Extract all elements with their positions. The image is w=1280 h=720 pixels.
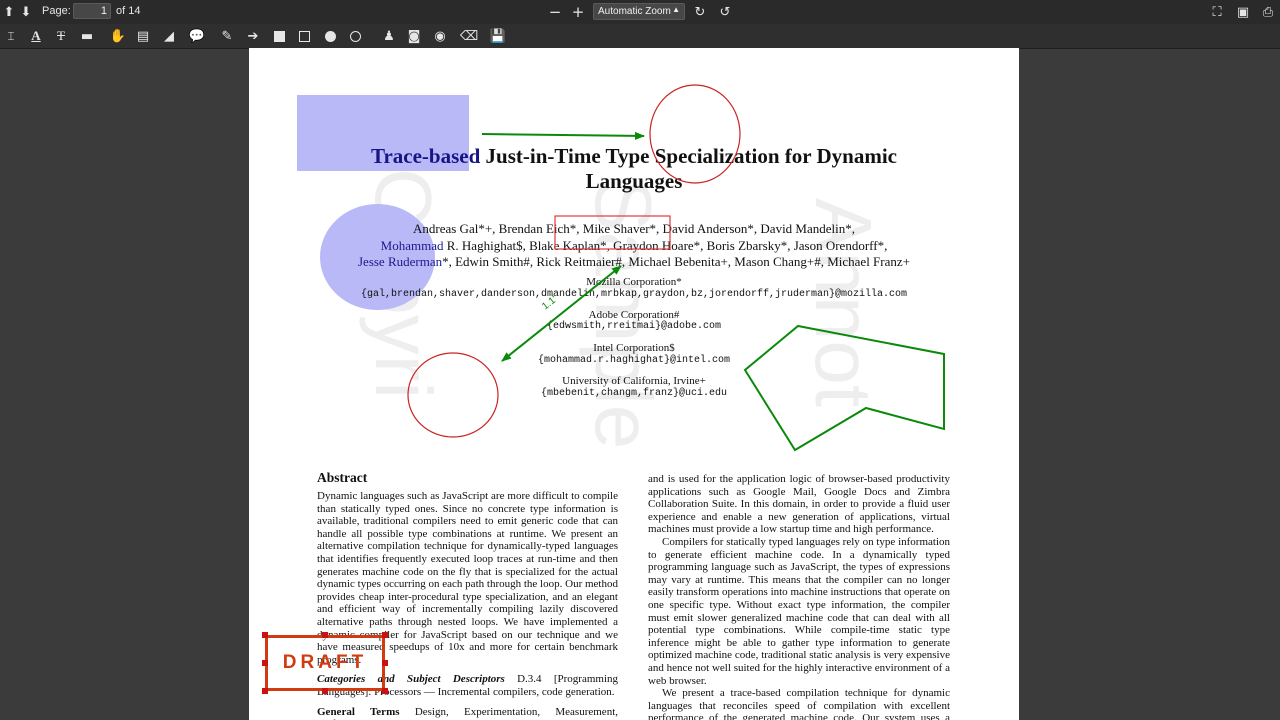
filled-circle-icon[interactable] xyxy=(321,27,339,45)
fullscreen-icon[interactable]: ⛶ xyxy=(1208,3,1226,21)
pen-icon[interactable]: ✎ xyxy=(218,27,236,45)
draft-stamp-text: DRAFT xyxy=(282,652,368,673)
resize-handle[interactable] xyxy=(262,632,268,638)
draft-stamp[interactable]: DRAFT xyxy=(265,635,385,691)
camera-icon[interactable]: ◙ xyxy=(405,27,423,45)
rotate-counterclockwise-icon[interactable]: ↺ xyxy=(716,3,734,21)
save-icon[interactable]: 💾 xyxy=(489,27,507,45)
resize-handle[interactable] xyxy=(262,688,268,694)
arrow-icon[interactable]: ➔ xyxy=(244,27,262,45)
zoom-select-value: Automatic Zoom xyxy=(598,6,671,17)
rect-icon[interactable] xyxy=(295,27,313,45)
resize-handle[interactable] xyxy=(322,632,328,638)
pdf-page[interactable]: Copyri Sample Annot Trace-based Just-in-… xyxy=(249,48,1019,720)
target-icon[interactable]: ◉ xyxy=(431,27,449,45)
note-icon[interactable]: ▤ xyxy=(134,27,152,45)
open-file-icon[interactable]: ▣ xyxy=(1234,3,1252,21)
resize-handle[interactable] xyxy=(382,660,388,666)
annotation-layer: 1.1" xyxy=(407,84,945,452)
page-total: of 14 xyxy=(116,5,141,17)
main-toolbar: ⬆ ⬇ Page: of 14 − + Automatic Zoom ▲ ↻ ↺… xyxy=(0,0,1280,25)
rotate-clockwise-icon[interactable]: ↻ xyxy=(691,3,709,21)
hand-icon[interactable]: ✋ xyxy=(109,27,127,45)
zoom-out-button[interactable]: − xyxy=(546,3,564,21)
page-number-input[interactable] xyxy=(73,3,111,19)
page-label: Page: xyxy=(42,5,71,17)
measure-arrow-annotation[interactable] xyxy=(501,265,622,362)
next-page-icon[interactable]: ⬇ xyxy=(17,3,35,21)
rectangle-annotation[interactable] xyxy=(554,215,671,250)
highlight-icon[interactable]: ▬ xyxy=(78,27,96,45)
measure-label: 1.1" xyxy=(540,293,561,313)
ellipse-annotation[interactable] xyxy=(649,84,741,184)
previous-page-icon[interactable]: ⬆ xyxy=(0,3,18,21)
stamp-icon[interactable]: ♟ xyxy=(380,27,398,45)
polygon-annotation[interactable] xyxy=(743,324,945,452)
annotation-toolbar: ⌶ A T ▬ ✋ ▤ ◢ 💬 ✎ ➔ ♟ ◙ ◉ ⌫ 💾 xyxy=(0,24,1280,49)
strikeout-icon[interactable]: T xyxy=(52,27,70,45)
comment-icon[interactable]: 💬 xyxy=(188,27,206,45)
eraser-icon[interactable]: ⌫ xyxy=(460,27,478,45)
chevron-down-icon: ▲ xyxy=(672,5,680,14)
print-icon[interactable]: ⎙ xyxy=(1259,3,1277,21)
ellipse-annotation[interactable] xyxy=(407,352,499,438)
resize-handle[interactable] xyxy=(382,688,388,694)
zoom-select[interactable]: Automatic Zoom ▲ xyxy=(593,3,685,20)
filled-rect-icon[interactable] xyxy=(270,27,288,45)
arrow-annotation[interactable] xyxy=(481,131,645,140)
resize-handle[interactable] xyxy=(262,660,268,666)
text-select-icon[interactable]: ⌶ xyxy=(2,27,20,45)
resize-handle[interactable] xyxy=(322,688,328,694)
zoom-in-button[interactable]: + xyxy=(569,3,587,21)
shape-icon[interactable]: ◢ xyxy=(160,27,178,45)
circle-icon[interactable] xyxy=(346,27,364,45)
text-icon[interactable]: A xyxy=(27,27,45,45)
resize-handle[interactable] xyxy=(382,632,388,638)
